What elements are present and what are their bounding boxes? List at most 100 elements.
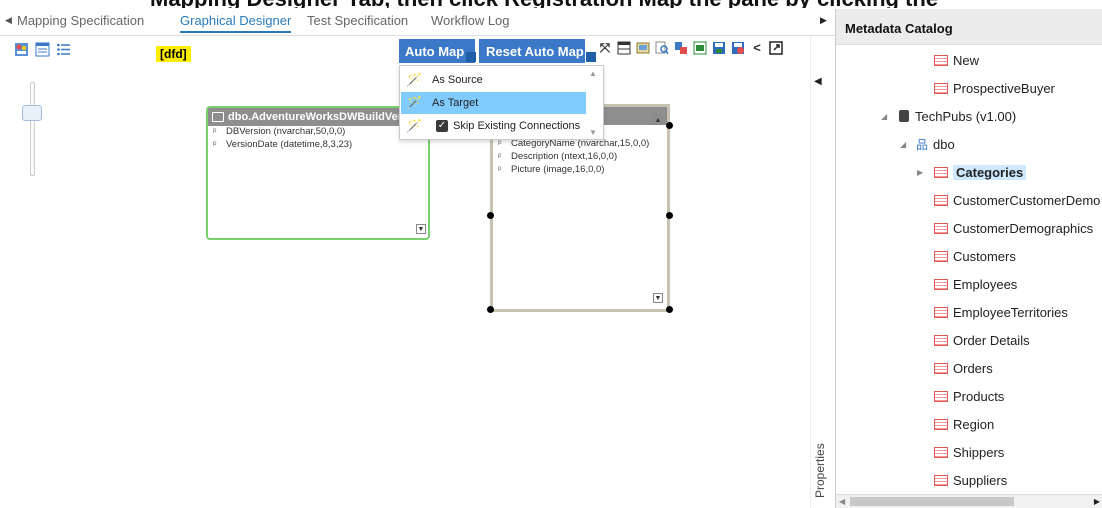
share-icon[interactable]: < <box>750 41 764 55</box>
tab-test-specification[interactable]: Test Specification <box>307 13 408 28</box>
reset-auto-map-caret-icon[interactable] <box>586 52 596 62</box>
tree-item-table[interactable]: Orders <box>934 358 993 378</box>
source-entity-header[interactable]: dbo.AdventureWorksDWBuildVersion <box>208 108 428 126</box>
source-entity-box[interactable]: dbo.AdventureWorksDWBuildVersion ᵖ DBVers… <box>206 106 430 240</box>
tree-item-label: dbo <box>933 136 955 152</box>
column-row[interactable]: ᵖ Description (ntext,16,0,0) <box>493 151 667 164</box>
zoom-slider-thumb[interactable] <box>22 105 42 121</box>
auto-map-label: Auto Map <box>405 43 465 59</box>
horizontal-scrollbar[interactable]: ◀ ▶ <box>836 494 1102 508</box>
collapse-left-icon[interactable]: ◀ <box>814 76 822 87</box>
preview-icon[interactable] <box>655 41 669 55</box>
menu-item-skip-existing[interactable]: 🪄 ✓ Skip Existing Connections <box>401 115 586 137</box>
popout-icon[interactable] <box>769 41 783 55</box>
zoom-slider-track[interactable] <box>30 82 35 176</box>
resize-handle[interactable] <box>666 212 673 219</box>
tree-item-table[interactable]: EmployeeTerritories <box>934 302 1068 322</box>
properties-tab[interactable]: Properties <box>813 443 827 498</box>
auto-map-button[interactable]: Auto Map <box>399 39 475 63</box>
menu-scrollbar[interactable]: ▲ ▼ <box>587 69 601 137</box>
menu-item-as-target[interactable]: 🪄 As Target <box>401 92 586 114</box>
tree-item-label: Orders <box>953 360 993 376</box>
scrollbar-thumb[interactable] <box>850 497 1014 506</box>
tab-bar: ◀ Mapping Specification Graphical Design… <box>0 9 835 36</box>
tree-item-label: ProspectiveBuyer <box>953 80 1055 96</box>
scroll-right-icon[interactable]: ▶ <box>1094 497 1100 506</box>
tree-item-label: Suppliers <box>953 472 1008 488</box>
key-icon: ᵖ <box>498 151 502 161</box>
table-icon <box>934 250 948 262</box>
resize-handle[interactable] <box>666 122 673 129</box>
table-icon <box>212 112 224 122</box>
table-icon <box>934 54 948 66</box>
grid-view-icon[interactable] <box>617 41 631 55</box>
scroll-left-icon[interactable]: ◀ <box>839 497 845 506</box>
collapse-arrow-icon[interactable]: ◢ <box>900 140 906 149</box>
table-icon <box>934 390 948 402</box>
scroll-down-icon[interactable]: ▼ <box>653 293 663 303</box>
tree-item-table[interactable]: New <box>934 50 979 70</box>
table-icon <box>934 278 948 290</box>
export-excel-icon[interactable] <box>693 41 707 55</box>
tree-item-table[interactable]: Suppliers <box>934 470 1007 490</box>
tab-scroll-left-icon[interactable]: ◀ <box>5 15 12 26</box>
tab-mapping-specification[interactable]: Mapping Specification <box>17 13 144 28</box>
menu-item-label: As Source <box>432 74 483 86</box>
column-row[interactable]: ᵖ Picture (image,16,0,0) <box>493 164 667 177</box>
export-image-icon[interactable] <box>636 41 650 55</box>
auto-map-caret-icon[interactable] <box>466 52 476 62</box>
checkbox-checked-icon[interactable]: ✓ <box>436 120 448 132</box>
tree-item-table[interactable]: Products <box>934 386 1004 406</box>
table-icon <box>934 166 948 178</box>
tab-scroll-right-icon[interactable]: ▶ <box>820 15 827 26</box>
toolbar-left <box>14 42 71 57</box>
tree-item-label: Order Details <box>953 332 1030 348</box>
column-row[interactable]: ᵖ VersionDate (datetime,8,3,23) <box>208 139 428 152</box>
scroll-up-icon[interactable]: ▲ <box>589 69 597 78</box>
magic-wand-icon: 🪄 <box>406 95 423 110</box>
save-icon[interactable] <box>712 41 726 55</box>
tree-item-schema[interactable]: 品 dbo <box>916 134 955 154</box>
key-icon: ᵖ <box>498 164 502 174</box>
resize-handle[interactable] <box>666 306 673 313</box>
auto-map-menu: 🪄 As Source 🪄 As Target 🪄 ✓ Skip Existin… <box>399 65 604 140</box>
tree-item-table[interactable]: Customers <box>934 246 1016 266</box>
resize-handle[interactable] <box>487 306 494 313</box>
schema-icon: 品 <box>916 137 929 152</box>
tab-graphical-designer[interactable]: Graphical Designer <box>180 13 292 33</box>
fit-to-screen-icon[interactable]: ⤧ <box>598 41 612 55</box>
column-label: Picture (image,16,0,0) <box>511 164 605 175</box>
tree-item-label: Employees <box>953 276 1018 292</box>
tree-item-table[interactable]: CustomerCustomerDemo <box>934 190 1100 210</box>
menu-item-label: Skip Existing Connections <box>453 120 581 132</box>
tree-item-label: EmployeeTerritories <box>953 304 1068 320</box>
scroll-down-icon[interactable]: ▼ <box>416 224 426 234</box>
tab-workflow-log[interactable]: Workflow Log <box>431 13 510 28</box>
collapse-arrow-icon[interactable]: ◢ <box>881 112 887 121</box>
tree-item-table[interactable]: CustomerDemographics <box>934 218 1093 238</box>
list-icon[interactable] <box>56 42 71 57</box>
menu-item-as-source[interactable]: 🪄 As Source <box>401 69 586 91</box>
tree-item-database[interactable]: TechPubs (v1.00) <box>899 106 1016 126</box>
tree-item-label: Region <box>953 416 995 432</box>
tree-item-table[interactable]: Shippers <box>934 442 1004 462</box>
tree-item-table[interactable]: Employees <box>934 274 1017 294</box>
toolbar-right: ⤧ < <box>598 41 783 55</box>
column-row[interactable]: ᵖ DBVersion (nvarchar,50,0,0) <box>208 126 428 139</box>
tree-item-label: Categories <box>953 164 1027 180</box>
expand-arrow-icon[interactable]: ▶ <box>917 168 923 177</box>
palette-icon[interactable] <box>14 42 29 57</box>
tree-item-categories[interactable]: Categories <box>934 162 1027 182</box>
layout-icon[interactable] <box>35 42 50 57</box>
tree-item-table[interactable]: ProspectiveBuyer <box>934 78 1055 98</box>
validate-icon[interactable] <box>674 41 688 55</box>
reset-auto-map-button[interactable]: Reset Auto Map <box>479 39 585 63</box>
tree-item-table[interactable]: Order Details <box>934 330 1030 350</box>
table-icon <box>934 306 948 318</box>
scroll-up-icon[interactable]: ▲ <box>653 115 663 125</box>
resize-handle[interactable] <box>487 212 494 219</box>
delete-icon[interactable] <box>731 41 745 55</box>
table-icon <box>934 474 948 486</box>
scroll-down-icon[interactable]: ▼ <box>589 128 597 137</box>
tree-item-table[interactable]: Region <box>934 414 994 434</box>
